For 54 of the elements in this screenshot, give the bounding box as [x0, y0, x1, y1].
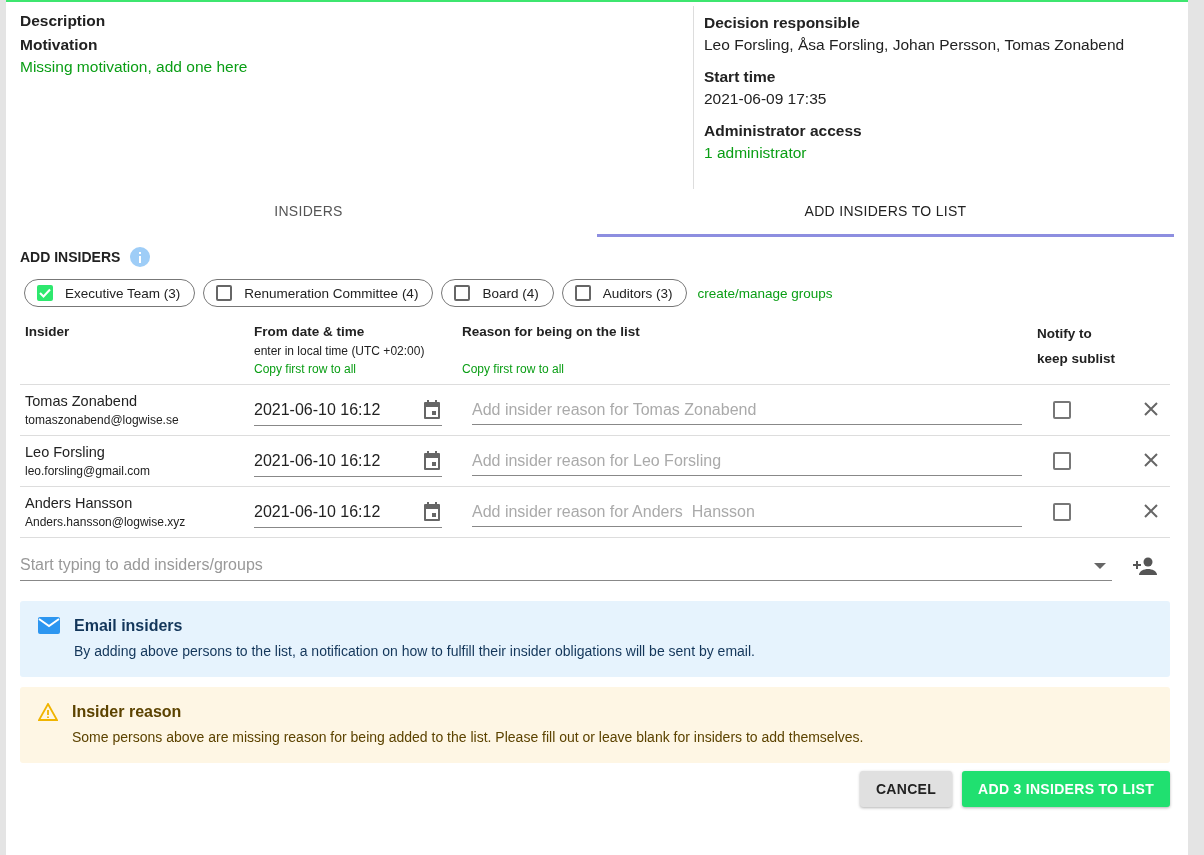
notify-checkbox[interactable] — [1053, 452, 1071, 470]
checkbox[interactable] — [574, 285, 591, 301]
notify-checkbox[interactable] — [1053, 401, 1071, 419]
date-field[interactable]: 2021-06-10 16:12 — [254, 445, 442, 477]
copy-link[interactable]: Copy first row to all — [462, 362, 1022, 376]
group-chip[interactable]: Executive Team (3) — [24, 279, 196, 307]
calendar-icon[interactable] — [422, 398, 442, 421]
section-title: ADD INSIDERS — [20, 249, 121, 265]
field-link[interactable]: Missing motivation, add one here — [20, 58, 248, 76]
insider-email: leo.forsling@gmail.com — [25, 464, 151, 478]
notify-checkbox[interactable] — [1053, 503, 1071, 521]
field-label: Motivation — [20, 36, 99, 54]
field-label: Decision responsible — [704, 14, 861, 32]
insider-name: Leo Forsling — [25, 444, 106, 460]
date-field[interactable]: 2021-06-10 16:12 — [254, 394, 442, 426]
insider-name: Tomas Zonabend — [25, 393, 139, 409]
column-header: Reason for being on the list — [462, 323, 641, 341]
close-icon[interactable] — [1144, 401, 1158, 416]
field-label: Start time — [704, 68, 777, 86]
checkbox[interactable] — [216, 285, 233, 301]
alert-text: Some persons above are missing reason for being added to the list. Please fill out or leave blank for insiders to add themselves. — [72, 729, 864, 745]
manage-groups-link[interactable]: create/manage groups — [697, 285, 833, 301]
dropdown-caret-icon[interactable] — [1094, 563, 1106, 569]
insider-name: Anders Hansson — [25, 495, 134, 511]
insider-email: Anders.hansson@logwise.xyz — [25, 515, 187, 529]
tab[interactable]: ADD INSIDERS TO LIST — [597, 189, 1174, 237]
field-value: Leo Forsling, Åsa Forsling, Johan Persson, Tomas Zonabend — [704, 36, 1125, 54]
cancel-button[interactable]: CANCEL — [859, 771, 953, 807]
close-icon[interactable] — [1144, 452, 1158, 467]
calendar-icon[interactable] — [422, 449, 442, 472]
warning-icon — [38, 703, 58, 721]
alert-title: Insider reason — [72, 703, 183, 721]
group-chip[interactable]: Renumeration Committee (4) — [203, 279, 434, 307]
column-header: From date & time — [254, 323, 366, 341]
add-person-icon[interactable] — [1132, 555, 1158, 576]
calendar-icon[interactable] — [422, 500, 442, 523]
field-label: Administrator access — [704, 122, 863, 140]
checkbox[interactable] — [454, 285, 471, 301]
alert-title: Email insiders — [74, 617, 184, 635]
column-header: Insider — [25, 323, 71, 341]
field-link[interactable]: 1 administrator — [704, 144, 807, 162]
alert-text: By adding above persons to the list, a notification on how to fulfill their insider obligations will be sent by email. — [74, 643, 755, 659]
field-label: Description — [20, 12, 107, 30]
date-field[interactable]: 2021-06-10 16:12 — [254, 496, 442, 528]
tab[interactable]: INSIDERS — [20, 189, 597, 237]
insider-email: tomaszonabend@logwise.se — [25, 413, 180, 427]
copy-link[interactable]: Copy first row to all — [254, 362, 452, 376]
close-icon[interactable] — [1144, 503, 1158, 518]
field-value: 2021-06-09 17:35 — [704, 90, 828, 108]
column-header: Notify to keep sublist — [1037, 325, 1117, 368]
group-chip[interactable]: Board (4) — [441, 279, 554, 307]
group-chip[interactable]: Auditors (3) — [561, 279, 688, 307]
column-hint: enter in local time (UTC +02:00) — [254, 344, 426, 358]
mail-icon — [38, 617, 60, 634]
